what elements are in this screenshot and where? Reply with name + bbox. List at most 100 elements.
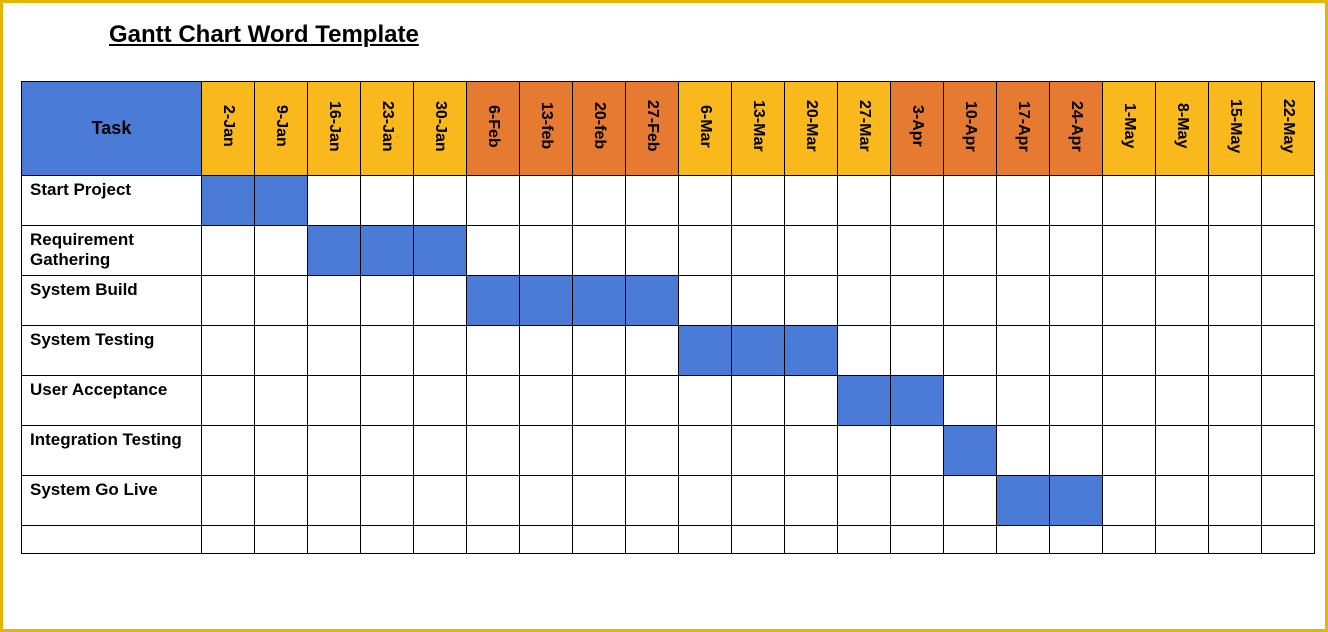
gantt-empty-cell — [255, 226, 308, 276]
gantt-empty-cell — [1209, 176, 1262, 226]
gantt-empty-cell — [997, 176, 1050, 226]
gantt-bar-cell — [1050, 476, 1103, 526]
task-row: System Go Live — [22, 476, 1315, 526]
date-label: 13-feb — [537, 102, 555, 149]
gantt-bar-cell — [467, 276, 520, 326]
gantt-empty-cell — [1209, 226, 1262, 276]
gantt-empty-cell — [1262, 226, 1315, 276]
gantt-empty-cell — [944, 176, 997, 226]
gantt-empty-cell — [891, 226, 944, 276]
date-header: 24-Apr — [1050, 82, 1103, 176]
gantt-bar-cell — [202, 176, 255, 226]
gantt-empty-cell — [679, 276, 732, 326]
gantt-empty-cell — [1050, 326, 1103, 376]
gantt-empty-cell — [944, 276, 997, 326]
gantt-empty-cell — [520, 376, 573, 426]
date-header: 10-Apr — [944, 82, 997, 176]
gantt-empty-cell — [891, 176, 944, 226]
gantt-empty-cell — [520, 476, 573, 526]
date-header: 20-feb — [573, 82, 626, 176]
date-label: 20-feb — [590, 102, 608, 149]
task-name: System Build — [22, 276, 202, 326]
gantt-empty-cell — [308, 276, 361, 326]
gantt-empty-cell — [308, 376, 361, 426]
gantt-empty-cell — [1103, 476, 1156, 526]
gantt-empty-cell — [520, 426, 573, 476]
gantt-bar-cell — [573, 276, 626, 326]
task-name: Start Project — [22, 176, 202, 226]
gantt-empty-cell — [202, 226, 255, 276]
gantt-empty-cell — [308, 526, 361, 554]
gantt-empty-cell — [414, 326, 467, 376]
gantt-empty-cell — [1103, 276, 1156, 326]
gantt-empty-cell — [1209, 476, 1262, 526]
gantt-empty-cell — [1262, 326, 1315, 376]
gantt-empty-cell — [1209, 376, 1262, 426]
date-label: 6-Mar — [696, 105, 714, 148]
gantt-empty-cell — [1262, 376, 1315, 426]
gantt-empty-cell — [838, 176, 891, 226]
gantt-empty-cell — [997, 426, 1050, 476]
gantt-empty-cell — [308, 326, 361, 376]
page-title: Gantt Chart Word Template — [109, 21, 1307, 49]
gantt-empty-cell — [467, 326, 520, 376]
gantt-empty-cell — [361, 426, 414, 476]
date-header: 9-Jan — [255, 82, 308, 176]
gantt-empty-cell — [838, 476, 891, 526]
gantt-empty-cell — [467, 226, 520, 276]
gantt-empty-cell — [414, 526, 467, 554]
gantt-bar-cell — [997, 476, 1050, 526]
gantt-empty-cell — [732, 426, 785, 476]
gantt-empty-cell — [202, 276, 255, 326]
gantt-empty-cell — [891, 526, 944, 554]
gantt-empty-cell — [1262, 476, 1315, 526]
gantt-empty-cell — [997, 526, 1050, 554]
gantt-bar-cell — [414, 226, 467, 276]
gantt-empty-cell — [732, 226, 785, 276]
date-label: 2-Jan — [219, 105, 237, 147]
gantt-empty-cell — [1156, 476, 1209, 526]
gantt-empty-cell — [520, 326, 573, 376]
gantt-empty-cell — [679, 176, 732, 226]
gantt-empty-cell — [732, 276, 785, 326]
date-label: 27-Mar — [855, 100, 873, 152]
gantt-bar-cell — [732, 326, 785, 376]
gantt-empty-cell — [785, 476, 838, 526]
gantt-empty-cell — [785, 376, 838, 426]
task-name: System Testing — [22, 326, 202, 376]
gantt-empty-cell — [997, 276, 1050, 326]
gantt-empty-cell — [944, 376, 997, 426]
gantt-empty-cell — [1262, 526, 1315, 554]
gantt-empty-cell — [626, 226, 679, 276]
gantt-empty-cell — [944, 226, 997, 276]
date-header: 1-May — [1103, 82, 1156, 176]
gantt-empty-cell — [785, 176, 838, 226]
date-label: 13-Mar — [749, 100, 767, 152]
gantt-bar-cell — [891, 376, 944, 426]
date-label: 17-Apr — [1014, 101, 1032, 152]
gantt-empty-cell — [626, 526, 679, 554]
gantt-empty-cell — [361, 326, 414, 376]
gantt-empty-cell — [361, 476, 414, 526]
gantt-empty-cell — [255, 376, 308, 426]
date-label: 30-Jan — [431, 101, 449, 152]
date-label: 27-Feb — [643, 100, 661, 152]
gantt-empty-cell — [361, 376, 414, 426]
gantt-empty-cell — [361, 276, 414, 326]
gantt-empty-cell — [891, 476, 944, 526]
gantt-empty-cell — [1209, 526, 1262, 554]
gantt-empty-cell — [1156, 276, 1209, 326]
gantt-empty-cell — [785, 426, 838, 476]
gantt-empty-cell — [308, 476, 361, 526]
gantt-empty-cell — [838, 276, 891, 326]
gantt-empty-cell — [944, 476, 997, 526]
gantt-empty-cell — [1103, 326, 1156, 376]
date-label: 23-Jan — [378, 101, 396, 152]
header-row: Task 2-Jan9-Jan16-Jan23-Jan30-Jan6-Feb13… — [22, 82, 1315, 176]
date-header: 16-Jan — [308, 82, 361, 176]
gantt-empty-cell — [679, 476, 732, 526]
gantt-empty-cell — [414, 426, 467, 476]
gantt-empty-cell — [1050, 276, 1103, 326]
gantt-empty-cell — [1050, 426, 1103, 476]
date-label: 1-May — [1120, 103, 1138, 148]
